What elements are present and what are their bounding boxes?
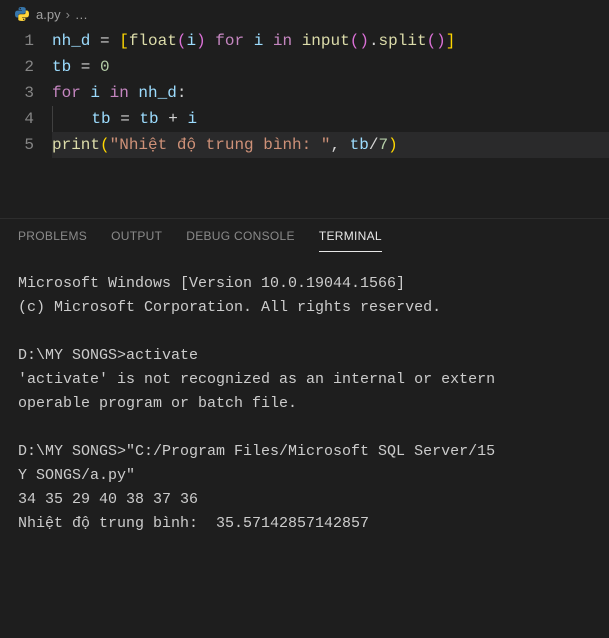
breadcrumb-file[interactable]: a.py xyxy=(36,7,61,22)
line-number: 3 xyxy=(0,80,34,106)
chevron-right-icon: › xyxy=(66,7,70,22)
tab-debug-console[interactable]: DEBUG CONSOLE xyxy=(186,229,295,252)
breadcrumb-rest[interactable]: … xyxy=(75,7,88,22)
terminal-line: 34 35 29 40 38 37 36 xyxy=(18,491,198,508)
line-number: 1 xyxy=(0,28,34,54)
line-number: 4 xyxy=(0,106,34,132)
line-number: 5 xyxy=(0,132,34,158)
tab-terminal[interactable]: TERMINAL xyxy=(319,229,382,252)
tab-output[interactable]: OUTPUT xyxy=(111,229,162,252)
terminal-line: (c) Microsoft Corporation. All rights re… xyxy=(18,299,441,316)
tab-problems[interactable]: PROBLEMS xyxy=(18,229,87,252)
code-line[interactable]: for i in nh_d: xyxy=(52,80,609,106)
terminal-line: D:\MY SONGS>activate xyxy=(18,347,198,364)
code-line[interactable]: tb = 0 xyxy=(52,54,609,80)
panel-tabs: PROBLEMS OUTPUT DEBUG CONSOLE TERMINAL xyxy=(0,219,609,252)
terminal-line: Microsoft Windows [Version 10.0.19044.15… xyxy=(18,275,405,292)
code-area[interactable]: nh_d = [float(i) for i in input().split(… xyxy=(52,28,609,158)
code-line[interactable]: tb = tb + i xyxy=(52,106,609,132)
terminal-line: Nhiệt độ trung bình: 35.57142857142857 xyxy=(18,515,369,532)
terminal-line: Y SONGS/a.py" xyxy=(18,467,135,484)
terminal-line: operable program or batch file. xyxy=(18,395,297,412)
breadcrumb[interactable]: a.py › … xyxy=(0,0,609,28)
code-line[interactable]: print("Nhiệt độ trung bình: ", tb/7) xyxy=(52,132,609,158)
terminal-output[interactable]: Microsoft Windows [Version 10.0.19044.15… xyxy=(0,252,609,556)
terminal-line: D:\MY SONGS>"C:/Program Files/Microsoft … xyxy=(18,443,495,460)
line-gutter: 1 2 3 4 5 xyxy=(0,28,52,158)
terminal-line: 'activate' is not recognized as an inter… xyxy=(18,371,495,388)
line-number: 2 xyxy=(0,54,34,80)
code-line[interactable]: nh_d = [float(i) for i in input().split(… xyxy=(52,28,609,54)
code-editor[interactable]: 1 2 3 4 5 nh_d = [float(i) for i in inpu… xyxy=(0,28,609,218)
bottom-panel: PROBLEMS OUTPUT DEBUG CONSOLE TERMINAL M… xyxy=(0,218,609,556)
python-icon xyxy=(14,6,30,22)
